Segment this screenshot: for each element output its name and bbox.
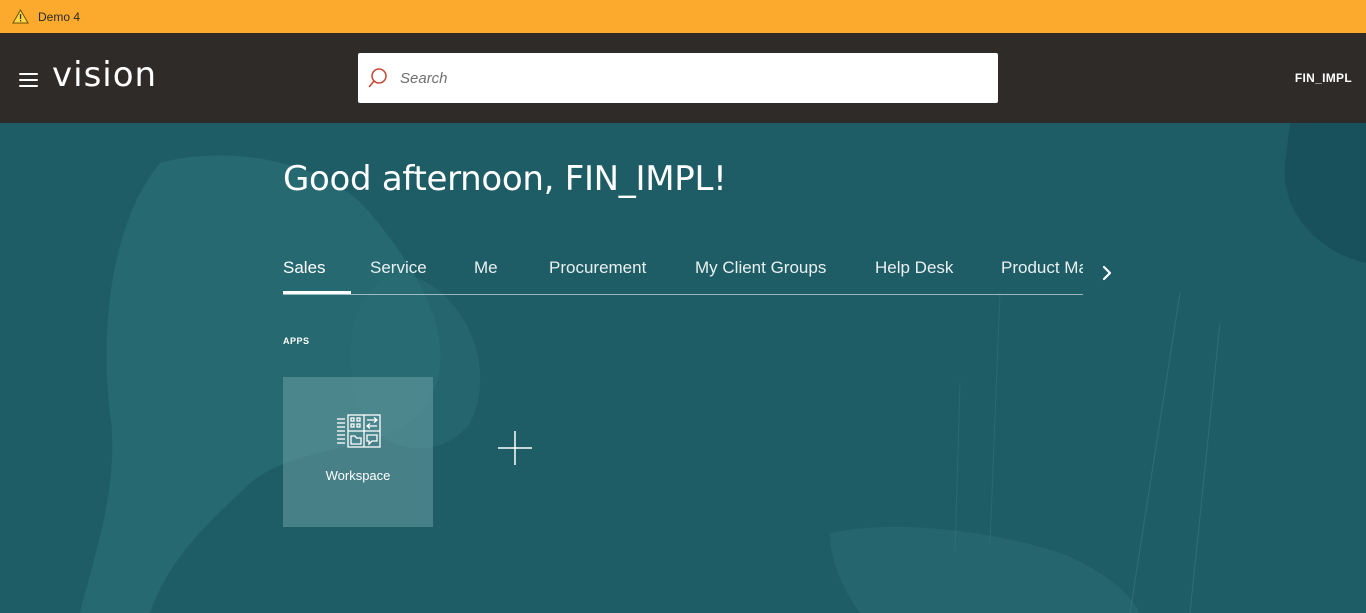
app-tile-workspace[interactable]: Workspace xyxy=(283,377,433,527)
search-input[interactable] xyxy=(398,68,962,88)
tab-product-management[interactable]: Product Ma xyxy=(1001,253,1083,294)
apps-section-label: APPS xyxy=(283,336,310,346)
banner-label: Demo 4 xyxy=(38,9,81,24)
springboard-tabs: Sales Service Me Procurement My Client G… xyxy=(283,253,1083,295)
chevron-right-icon[interactable] xyxy=(1098,262,1116,284)
tab-service[interactable]: Service xyxy=(370,253,427,294)
greeting-title: Good afternoon, FIN_IMPL! xyxy=(283,159,727,199)
user-menu[interactable]: FIN_IMPL xyxy=(1295,71,1352,85)
springboard: Good afternoon, FIN_IMPL! Sales Service … xyxy=(0,123,1366,613)
warning-icon xyxy=(12,9,30,25)
hamburger-menu-icon[interactable] xyxy=(19,73,38,87)
tab-me[interactable]: Me xyxy=(474,253,498,294)
demo-banner: Demo 4 xyxy=(0,0,1366,33)
tab-procurement[interactable]: Procurement xyxy=(549,253,646,294)
global-header: vision FIN_IMPL xyxy=(0,33,1366,123)
plus-icon[interactable] xyxy=(497,430,533,466)
global-search[interactable] xyxy=(358,53,998,103)
brand-logo[interactable]: vision xyxy=(52,55,157,95)
app-tile-label: Workspace xyxy=(325,468,391,483)
tab-sales[interactable]: Sales xyxy=(283,253,351,294)
tab-my-client-groups[interactable]: My Client Groups xyxy=(695,253,826,294)
tab-help-desk[interactable]: Help Desk xyxy=(875,253,953,294)
search-icon[interactable] xyxy=(368,67,390,89)
workspace-icon xyxy=(337,414,381,448)
